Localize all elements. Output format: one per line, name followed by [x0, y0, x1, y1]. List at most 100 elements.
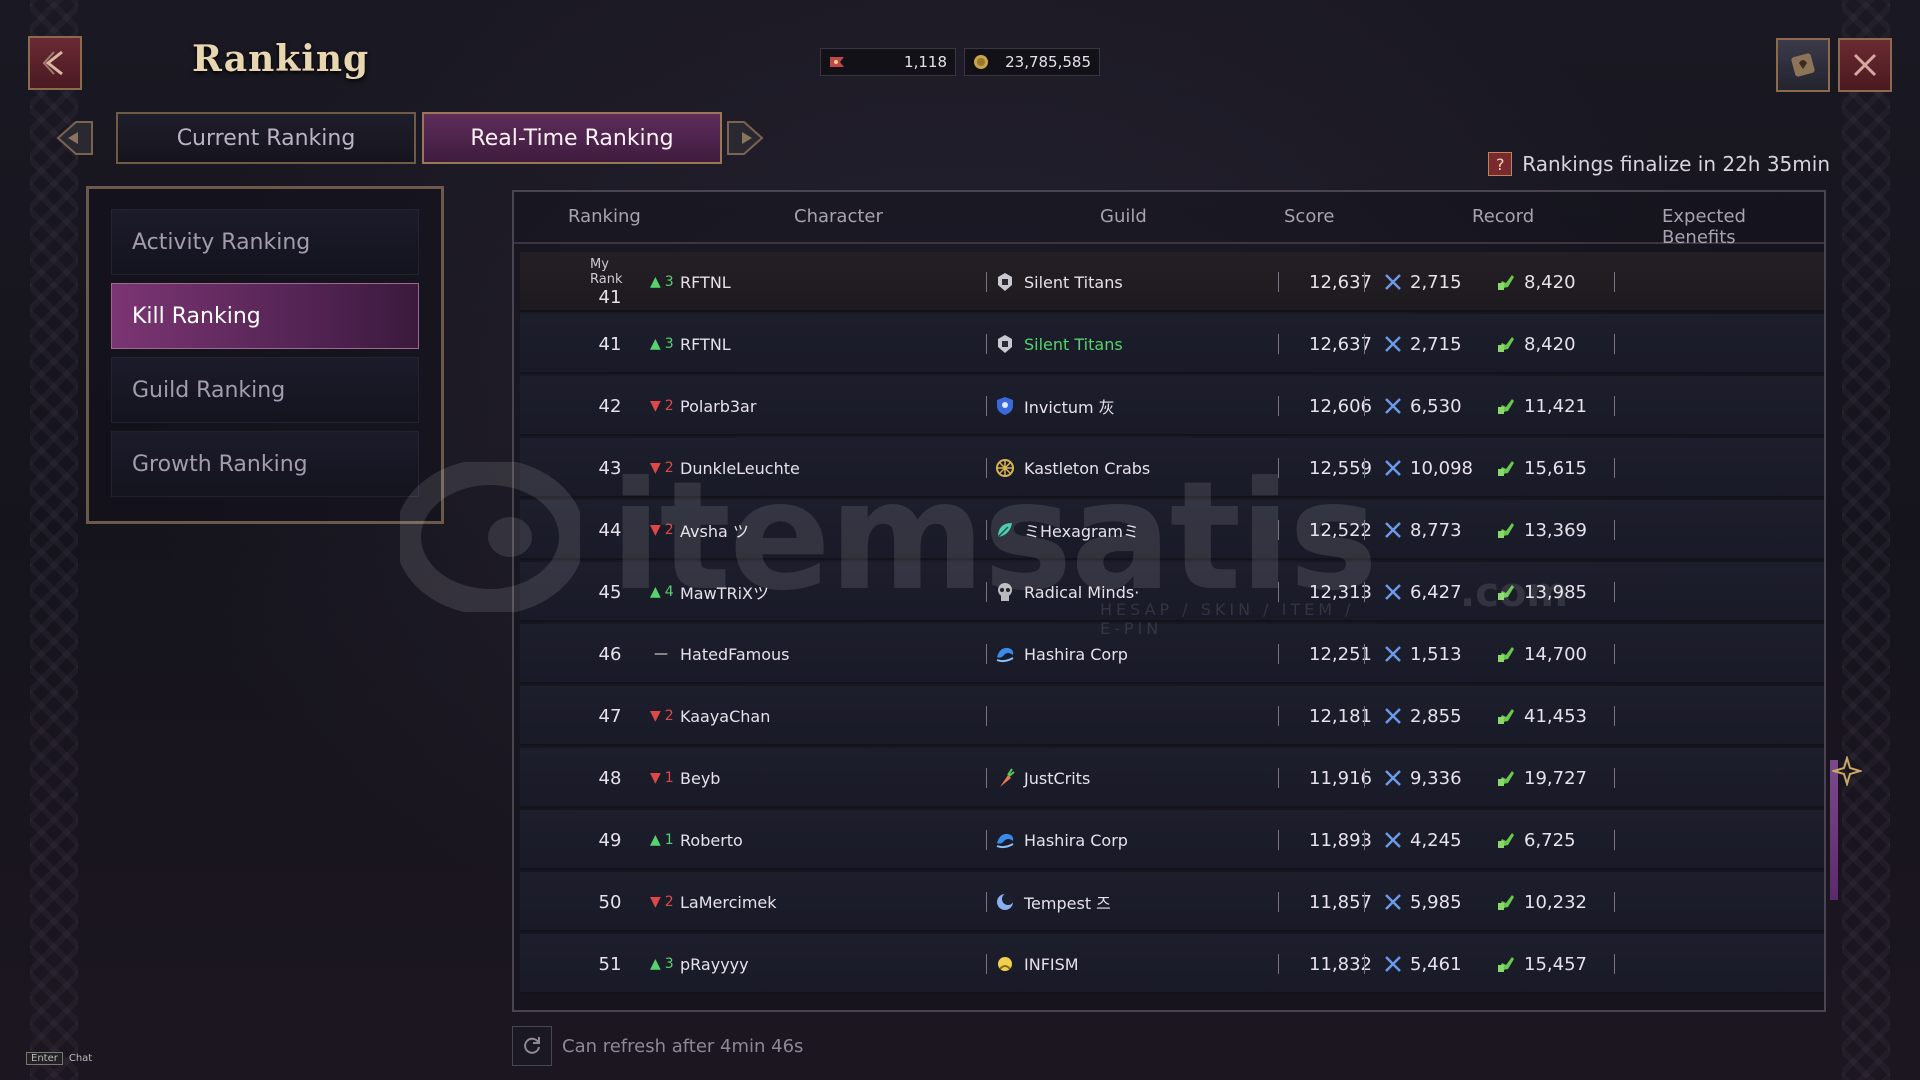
guild-cell[interactable]: Invictum 灰 [994, 376, 1274, 436]
character-name[interactable]: RFTNL [680, 252, 930, 312]
kills-value: 2,715 [1410, 333, 1462, 355]
my-rank-row[interactable]: My Rank 41 ▲ 3 RFTNL Silent Titans 12,63… [520, 252, 1824, 312]
coin-icon [974, 55, 988, 69]
column-divider [1278, 954, 1279, 974]
column-divider [1278, 892, 1279, 912]
star-icon [1832, 756, 1862, 786]
kills-value: 6,427 [1410, 581, 1462, 603]
table-row[interactable]: 51 ▲ 3 pRayyyy INFISM 11,832 5,461 15,45… [520, 934, 1824, 994]
menu-kill-ranking[interactable]: Kill Ranking [111, 283, 419, 349]
menu-guild-ranking[interactable]: Guild Ranking [111, 357, 419, 423]
scroll-book-icon [1791, 53, 1815, 77]
ranking-tabs: Current Ranking Real-Time Ranking [56, 108, 786, 170]
column-divider [1278, 706, 1279, 726]
guild-cell[interactable]: Hashira Corp [994, 810, 1274, 870]
col-ranking: Ranking [568, 206, 641, 227]
leaf-icon [997, 523, 1012, 538]
tab-real-time-ranking[interactable]: Real-Time Ranking [422, 112, 722, 164]
column-divider [1278, 334, 1279, 354]
rank-cell: My Rank 41 [590, 252, 630, 312]
guild-cell[interactable]: Silent Titans [994, 252, 1274, 312]
table-row[interactable]: 49 ▲ 1 Roberto Hashira Corp 11,893 4,245… [520, 810, 1824, 870]
table-row[interactable]: 48 ▼ 1 Beyb JustCrits 11,916 9,336 19,72… [520, 748, 1824, 808]
guild-cell[interactable]: Kastleton Crabs [994, 438, 1274, 498]
chat-hint[interactable]: Enter Chat [26, 1052, 92, 1065]
assist-hand-icon [1498, 585, 1514, 600]
score-value: 11,916 [1309, 767, 1372, 789]
col-record: Record [1472, 206, 1535, 227]
close-button[interactable] [1838, 38, 1892, 92]
character-name[interactable]: pRayyyy [680, 934, 930, 994]
refresh-bar: Can refresh after 4min 46s [512, 1026, 803, 1066]
moon-icon [997, 893, 1014, 910]
assists-record: 41,453 [1496, 686, 1646, 746]
character-name[interactable]: DunkleLeuchte [680, 438, 930, 498]
rank-cell: 51 [598, 953, 622, 975]
tab-current-ranking[interactable]: Current Ranking [116, 112, 416, 164]
column-divider [1278, 458, 1279, 478]
character-name[interactable]: HatedFamous [680, 624, 930, 684]
guild-name: Silent Titans [1024, 334, 1123, 354]
table-row[interactable]: 46 — HatedFamous Hashira Corp 12,251 1,5… [520, 624, 1824, 684]
menu-growth-ranking[interactable]: Growth Ranking [111, 431, 419, 497]
assists-record: 8,420 [1496, 252, 1646, 312]
character-name[interactable]: LaMercimek [680, 872, 930, 932]
skull-icon [998, 583, 1012, 601]
column-divider [986, 644, 987, 664]
guild-cell[interactable] [994, 686, 1274, 746]
close-icon [1853, 53, 1877, 77]
character-name[interactable]: MawTRiXツ [680, 562, 930, 622]
table-row[interactable]: 45 ▲ 4 MawTRiXツ Radical Minds· 12,313 6,… [520, 562, 1824, 622]
arrow-down-icon: ▼ [650, 770, 661, 786]
guild-cell[interactable]: Silent Titans [994, 314, 1274, 374]
col-score: Score [1284, 206, 1335, 227]
menu-activity-ranking[interactable]: Activity Ranking [111, 209, 419, 275]
rank-change-value: 1 [664, 770, 674, 786]
column-divider [1364, 334, 1365, 354]
crossed-swords-icon [1385, 770, 1401, 786]
table-row[interactable]: 44 ▼ 2 Avsha ツ ミHexagramミ 12,522 8,773 1… [520, 500, 1824, 560]
character-name[interactable]: Avsha ツ [680, 500, 930, 560]
crossed-swords-icon [1385, 522, 1401, 538]
carrot-icon [1000, 768, 1015, 787]
guild-cell[interactable]: ミHexagramミ [994, 500, 1274, 560]
column-divider [1278, 396, 1279, 416]
column-divider [1364, 272, 1365, 292]
table-row[interactable]: 41 ▲ 3 RFTNL Silent Titans 12,637 2,715 … [520, 314, 1824, 374]
table-row[interactable]: 43 ▼ 2 DunkleLeuchte Kastleton Crabs 12,… [520, 438, 1824, 498]
help-icon[interactable]: ? [1488, 152, 1513, 176]
refresh-button[interactable] [512, 1026, 552, 1066]
kills-value: 1,513 [1410, 643, 1462, 665]
assist-hand-icon [1498, 957, 1514, 972]
currency-gold: 23,785,585 [964, 48, 1100, 76]
assists-value: 14,700 [1524, 643, 1587, 665]
quest-book-button[interactable] [1776, 38, 1830, 92]
rank-change-value: 2 [664, 460, 674, 476]
arrow-up-icon: ▲ [650, 336, 661, 352]
table-row[interactable]: 42 ▼ 2 Polarb3ar Invictum 灰 12,606 6,530… [520, 376, 1824, 436]
table-row[interactable]: 47 ▼ 2 KaayaChan 12,181 2,855 41,453 [520, 686, 1824, 746]
back-button[interactable] [28, 36, 82, 90]
column-divider [1614, 706, 1615, 726]
assists-record: 15,615 [1496, 438, 1646, 498]
guild-cell[interactable]: INFISM [994, 934, 1274, 994]
character-name[interactable]: KaayaChan [680, 686, 930, 746]
character-name[interactable]: Beyb [680, 748, 930, 808]
score-value: 12,637 [1309, 333, 1372, 355]
currency-ticket: 1,118 [820, 48, 956, 76]
table-row[interactable]: 50 ▼ 2 LaMercimek Tempest 즈 11,857 5,985… [520, 872, 1824, 932]
crossed-swords-icon [1385, 894, 1401, 910]
column-divider [986, 272, 987, 292]
guild-cell[interactable]: Radical Minds· [994, 562, 1274, 622]
guild-cell[interactable]: JustCrits [994, 748, 1274, 808]
rank-cell: 48 [598, 767, 622, 789]
character-name[interactable]: Roberto [680, 810, 930, 870]
rank-change-value: 2 [664, 708, 674, 724]
character-name[interactable]: Polarb3ar [680, 376, 930, 436]
guild-cell[interactable]: Hashira Corp [994, 624, 1274, 684]
character-name[interactable]: RFTNL [680, 314, 930, 374]
crossed-swords-icon [1385, 956, 1401, 972]
arrow-up-icon: ▲ [650, 584, 661, 600]
assists-value: 13,369 [1524, 519, 1587, 541]
guild-cell[interactable]: Tempest 즈 [994, 872, 1274, 932]
